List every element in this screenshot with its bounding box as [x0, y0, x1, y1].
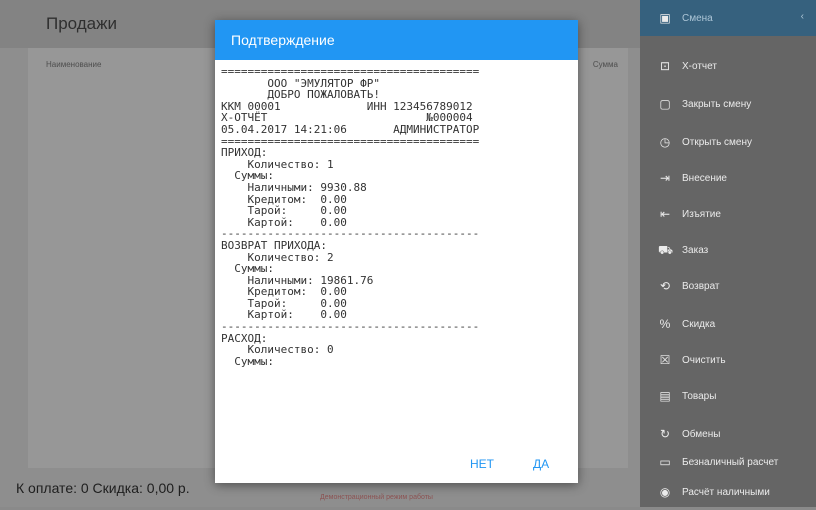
- dialog-header: Подтверждение: [215, 20, 578, 60]
- dialog-title: Подтверждение: [231, 32, 335, 48]
- no-button[interactable]: НЕТ: [470, 457, 494, 471]
- x-report-receipt: ======================================= …: [221, 66, 480, 368]
- yes-button[interactable]: ДА: [533, 457, 549, 471]
- confirmation-dialog: Подтверждение ==========================…: [215, 20, 578, 483]
